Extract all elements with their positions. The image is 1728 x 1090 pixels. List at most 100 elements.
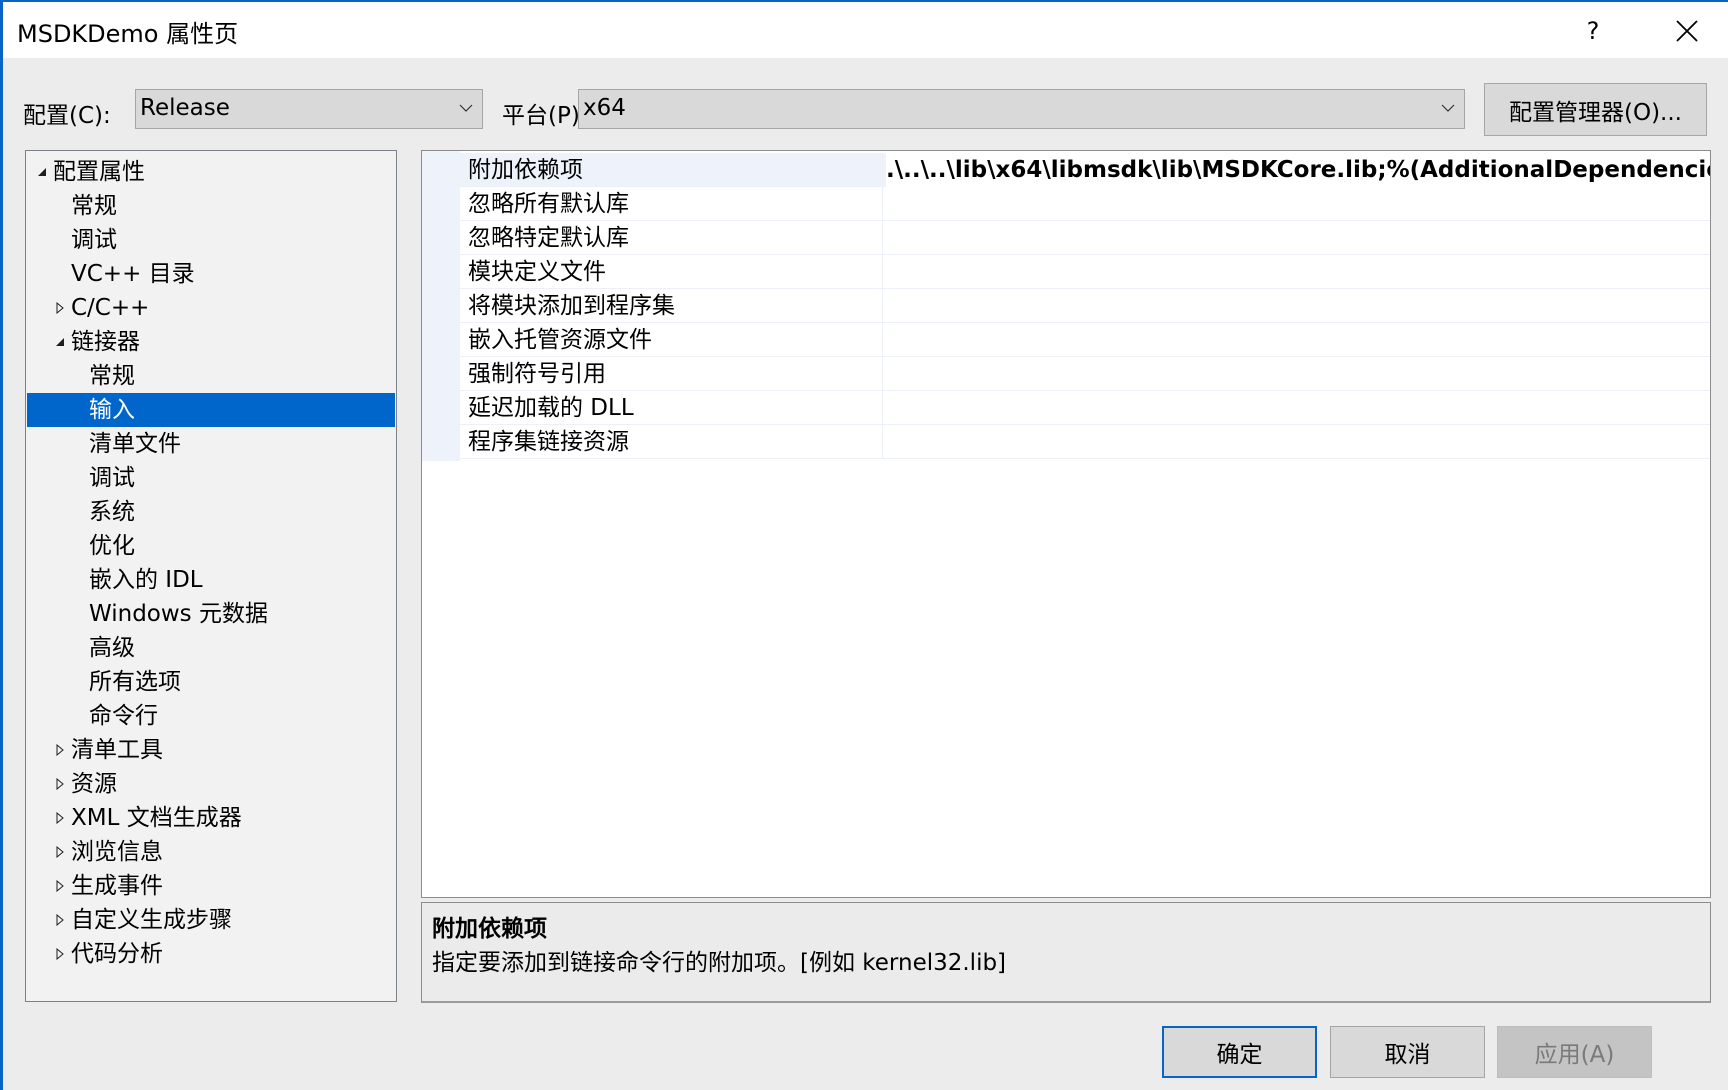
property-name: 附加依赖项 bbox=[468, 157, 583, 183]
tree-item-label: Windows 元数据 bbox=[89, 601, 268, 627]
tree-item-label: 高级 bbox=[89, 635, 135, 661]
tree-item-label: 常规 bbox=[89, 363, 135, 389]
column-divider[interactable] bbox=[882, 221, 883, 254]
help-button[interactable]: ? bbox=[1563, 6, 1623, 56]
collapsed-arrow-icon[interactable] bbox=[54, 302, 66, 314]
property-name: 程序集链接资源 bbox=[468, 429, 629, 455]
expanded-arrow-icon[interactable] bbox=[36, 166, 48, 178]
collapsed-arrow-icon[interactable] bbox=[54, 880, 66, 892]
tree-item[interactable]: 调试 bbox=[27, 461, 395, 495]
tree-item-label: 命令行 bbox=[89, 703, 158, 729]
tree-item-label: C/C++ bbox=[71, 295, 150, 321]
tree-item[interactable]: 资源 bbox=[27, 767, 395, 801]
collapsed-arrow-icon[interactable] bbox=[54, 846, 66, 858]
collapsed-arrow-icon[interactable] bbox=[54, 948, 66, 960]
collapsed-arrow-icon[interactable] bbox=[54, 914, 66, 926]
tree-item-label: 链接器 bbox=[71, 329, 140, 355]
property-name: 忽略所有默认库 bbox=[468, 191, 629, 217]
chevron-down-icon bbox=[459, 104, 473, 112]
tree-item[interactable]: 浏览信息 bbox=[27, 835, 395, 869]
collapsed-arrow-icon[interactable] bbox=[54, 744, 66, 756]
description-text: 指定要添加到链接命令行的附加项。[例如 kernel32.lib] bbox=[432, 950, 1007, 976]
tree-item[interactable]: 生成事件 bbox=[27, 869, 395, 903]
tree-item-label: 所有选项 bbox=[89, 669, 181, 695]
tree-item-label: 浏览信息 bbox=[71, 839, 163, 865]
tree-item[interactable]: VC++ 目录 bbox=[27, 257, 395, 291]
collapsed-arrow-icon[interactable] bbox=[54, 778, 66, 790]
tree-item-label: VC++ 目录 bbox=[71, 261, 195, 287]
tree-item[interactable]: 调试 bbox=[27, 223, 395, 257]
property-row[interactable]: 程序集链接资源 bbox=[460, 425, 1710, 459]
tree-item-label: 自定义生成步骤 bbox=[71, 907, 232, 933]
tree-item[interactable]: 常规 bbox=[27, 359, 395, 393]
property-row[interactable]: 将模块添加到程序集 bbox=[460, 289, 1710, 323]
tree-item[interactable]: 常规 bbox=[27, 189, 395, 223]
tree-item-label: 输入 bbox=[89, 397, 135, 423]
apply-button[interactable]: 应用(A) bbox=[1497, 1026, 1652, 1078]
tree-item[interactable]: 系统 bbox=[27, 495, 395, 529]
platform-label: 平台(P): bbox=[502, 103, 588, 129]
tree-item[interactable]: 高级 bbox=[27, 631, 395, 665]
tree-item-label: 系统 bbox=[89, 499, 135, 525]
close-button[interactable] bbox=[1657, 6, 1717, 56]
tree-item[interactable]: XML 文档生成器 bbox=[27, 801, 395, 835]
chevron-down-icon bbox=[1441, 104, 1455, 112]
description-panel: 附加依赖项 指定要添加到链接命令行的附加项。[例如 kernel32.lib] bbox=[421, 902, 1711, 1003]
tree-item[interactable]: C/C++ bbox=[27, 291, 395, 325]
property-value[interactable]: .\..\..\lib\x64\libmsdk\lib\MSDKCore.lib… bbox=[886, 153, 1710, 187]
config-dropdown[interactable]: Release bbox=[135, 89, 483, 129]
tree-item-label: 清单工具 bbox=[71, 737, 163, 763]
help-icon: ? bbox=[1586, 17, 1600, 45]
property-row[interactable]: 附加依赖项 .\..\..\lib\x64\libmsdk\lib\MSDKCor… bbox=[460, 153, 1710, 187]
column-divider[interactable] bbox=[882, 357, 883, 390]
tree-item[interactable]: Windows 元数据 bbox=[27, 597, 395, 631]
cancel-button[interactable]: 取消 bbox=[1330, 1026, 1485, 1078]
column-divider[interactable] bbox=[882, 425, 883, 458]
property-row[interactable]: 嵌入托管资源文件 bbox=[460, 323, 1710, 357]
property-row[interactable]: 强制符号引用 bbox=[460, 357, 1710, 391]
tree-item-label: 代码分析 bbox=[71, 941, 163, 967]
tree-item[interactable]: 自定义生成步骤 bbox=[27, 903, 395, 937]
tree-item[interactable]: 优化 bbox=[27, 529, 395, 563]
expanded-arrow-icon[interactable] bbox=[54, 336, 66, 348]
property-name: 强制符号引用 bbox=[468, 361, 606, 387]
column-divider[interactable] bbox=[882, 289, 883, 322]
window-title: MSDKDemo 属性页 bbox=[17, 20, 239, 48]
property-tree[interactable]: 配置属性 常规 调试 VC++ 目录 C/C++ 链接器 常规 输入 清单文件 调试 系统 优化 嵌入的… bbox=[25, 150, 397, 1002]
tree-item[interactable]: 所有选项 bbox=[27, 665, 395, 699]
property-row[interactable]: 忽略所有默认库 bbox=[460, 187, 1710, 221]
collapsed-arrow-icon[interactable] bbox=[54, 812, 66, 824]
column-divider[interactable] bbox=[882, 153, 883, 186]
close-icon bbox=[1676, 20, 1698, 42]
tree-item[interactable]: 链接器 bbox=[27, 325, 395, 359]
tree-item-label: 优化 bbox=[89, 533, 135, 559]
property-row[interactable]: 忽略特定默认库 bbox=[460, 221, 1710, 255]
config-value: Release bbox=[140, 95, 230, 121]
column-divider[interactable] bbox=[882, 391, 883, 424]
property-row[interactable]: 模块定义文件 bbox=[460, 255, 1710, 289]
tree-item-label: 调试 bbox=[89, 465, 135, 491]
tree-item[interactable]: 命令行 bbox=[27, 699, 395, 733]
tree-item-label: 配置属性 bbox=[53, 159, 145, 185]
property-grid[interactable]: 附加依赖项 .\..\..\lib\x64\libmsdk\lib\MSDKCor… bbox=[421, 150, 1711, 898]
tree-item-label: XML 文档生成器 bbox=[71, 805, 242, 831]
column-divider[interactable] bbox=[882, 187, 883, 220]
ok-button[interactable]: 确定 bbox=[1162, 1026, 1317, 1078]
tree-item[interactable]: 嵌入的 IDL bbox=[27, 563, 395, 597]
column-divider[interactable] bbox=[882, 323, 883, 356]
platform-dropdown[interactable]: x64 bbox=[578, 89, 1465, 129]
tree-item[interactable]: 配置属性 bbox=[27, 155, 395, 189]
tree-item-label: 生成事件 bbox=[71, 873, 163, 899]
tree-item[interactable]: 清单文件 bbox=[27, 427, 395, 461]
property-row[interactable]: 延迟加载的 DLL bbox=[460, 391, 1710, 425]
tree-item-label: 常规 bbox=[71, 193, 117, 219]
tree-item-label: 调试 bbox=[71, 227, 117, 253]
tree-item[interactable]: 输入 bbox=[27, 393, 395, 427]
column-divider[interactable] bbox=[882, 255, 883, 288]
tree-item[interactable]: 清单工具 bbox=[27, 733, 395, 767]
tree-item[interactable]: 代码分析 bbox=[27, 937, 395, 971]
properties-dialog: MSDKDemo 属性页 ? 配置(C): Release 平台(P): x64… bbox=[0, 0, 1728, 1090]
tree-item-label: 清单文件 bbox=[89, 431, 181, 457]
config-label: 配置(C): bbox=[23, 103, 111, 129]
config-manager-button[interactable]: 配置管理器(O)... bbox=[1484, 83, 1707, 136]
